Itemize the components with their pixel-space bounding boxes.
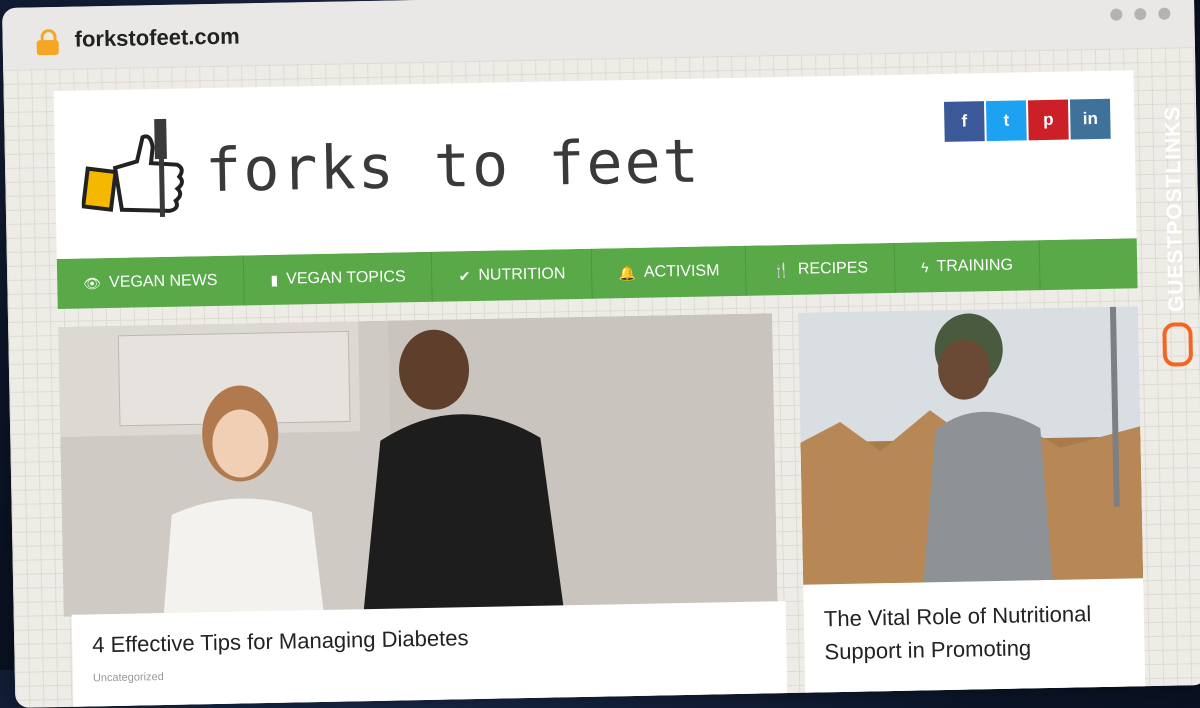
browser-window: forkstofeet.com forks to feet f t p in 👁… (2, 0, 1200, 708)
lock-icon (36, 28, 59, 56)
window-dot-icon[interactable] (1158, 7, 1171, 20)
article-card-main[interactable]: 4 Effective Tips for Managing Diabetes U… (71, 601, 788, 708)
bolt-icon: ϟ (920, 259, 929, 276)
bookmark-icon: ▮ (270, 271, 279, 288)
nav-label: NUTRITION (478, 265, 566, 284)
window-dot-icon[interactable] (1134, 8, 1147, 21)
nav-label: ACTIVISM (643, 262, 720, 281)
page-viewport: forks to feet f t p in 👁 VEGAN NEWS ▮ VE… (3, 47, 1200, 708)
link-icon (1162, 321, 1194, 367)
watermark: GUESTPOSTLINKS (1156, 105, 1196, 406)
nav-item-activism[interactable]: 🔔 ACTIVISM (591, 245, 747, 299)
utensils-icon: 🍴 (772, 261, 791, 278)
nav-item-vegan-topics[interactable]: ▮ VEGAN TOPICS (244, 251, 434, 306)
site-header: forks to feet f t p in (53, 70, 1137, 259)
article-title[interactable]: The Vital Role of Nutritional Support in… (824, 597, 1125, 669)
thumbs-up-fork-icon (80, 118, 184, 218)
nav-item-recipes[interactable]: 🍴 RECIPES (745, 242, 896, 296)
website: forks to feet f t p in 👁 VEGAN NEWS ▮ VE… (53, 70, 1146, 708)
eye-icon: 👁 (83, 274, 102, 291)
featured-image-main[interactable] (58, 313, 778, 617)
logo-text: forks to feet (204, 126, 702, 207)
watermark-text: GUESTPOSTLINKS (1161, 105, 1189, 313)
twitter-icon[interactable]: t (985, 100, 1027, 142)
featured-articles: 4 Effective Tips for Managing Diabetes U… (58, 306, 1146, 708)
pinterest-icon[interactable]: p (1027, 99, 1069, 141)
article-card-side[interactable]: The Vital Role of Nutritional Support in… (803, 578, 1146, 708)
photo-runner (797, 306, 1144, 588)
instagram-icon[interactable]: in (1069, 98, 1111, 140)
nav-label: VEGAN TOPICS (286, 268, 406, 288)
window-dots (1110, 7, 1171, 21)
nav-label: RECIPES (797, 259, 869, 278)
nav-label: TRAINING (936, 256, 1014, 276)
facebook-icon[interactable]: f (943, 101, 985, 142)
nav-item-training[interactable]: ϟ TRAINING (894, 240, 1041, 293)
url-text[interactable]: forkstofeet.com (74, 23, 240, 52)
article-title[interactable]: 4 Effective Tips for Managing Diabetes (92, 619, 766, 658)
nav-item-nutrition[interactable]: ✔ NUTRITION (432, 248, 593, 302)
nav-item-vegan-news[interactable]: 👁 VEGAN NEWS (56, 255, 246, 309)
social-links: f t p in (943, 98, 1111, 142)
photo-kitchen-couple (58, 313, 778, 617)
window-dot-icon[interactable] (1110, 8, 1123, 21)
featured-image-side[interactable] (797, 306, 1144, 588)
nav-label: VEGAN NEWS (108, 271, 218, 291)
site-logo[interactable]: forks to feet (80, 107, 702, 229)
article-category[interactable]: Uncategorized (93, 659, 767, 684)
check-icon: ✔ (458, 267, 471, 284)
bell-icon: 🔔 (618, 264, 637, 281)
